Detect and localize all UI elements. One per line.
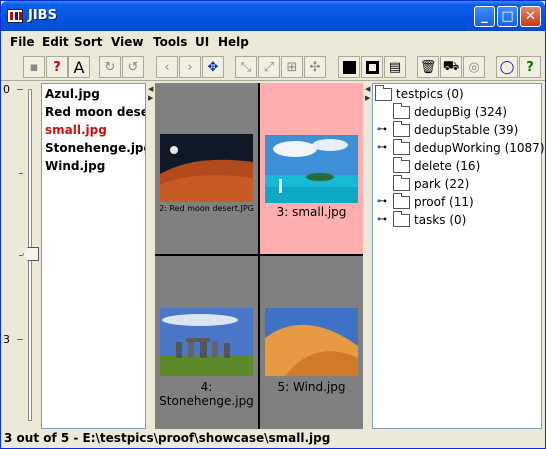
left-splitter[interactable]: ◀ ▶: [147, 83, 155, 429]
zoom-slider-panel: 0 3: [1, 83, 39, 429]
expand-toggle-icon[interactable]: ⊶: [377, 124, 387, 135]
folder-icon: [393, 156, 410, 173]
tree-node-label: park (22): [414, 177, 470, 191]
thumbnail-caption: 2: Red moon desert.JPG: [159, 204, 254, 213]
spiral-icon[interactable]: ◎: [463, 56, 485, 78]
slider-tick: [19, 173, 23, 174]
menu-file[interactable]: File: [10, 35, 35, 49]
tree-node[interactable]: delete (16): [393, 156, 481, 175]
maximize-button[interactable]: □: [497, 6, 518, 27]
font-icon[interactable]: A: [68, 56, 90, 78]
file-list-item[interactable]: Stonehenge.jpg: [45, 141, 145, 155]
expand-icon[interactable]: ⊞: [281, 56, 303, 78]
file-list-item[interactable]: Wind.jpg: [45, 159, 145, 173]
tree-node-label: proof (11): [414, 195, 474, 209]
arrow-right-icon[interactable]: ›: [179, 56, 201, 78]
car-icon[interactable]: ⛟: [440, 56, 462, 78]
delete-red-icon[interactable]: ?: [46, 56, 68, 78]
slider-thumb[interactable]: [23, 247, 39, 261]
thumbnail-caption: 3: small.jpg: [276, 205, 347, 219]
tree-node[interactable]: park (22): [393, 174, 470, 193]
help-icon[interactable]: ?: [519, 56, 541, 78]
folder-icon: [393, 210, 410, 227]
menu-sort[interactable]: Sort: [74, 35, 103, 49]
expand-right-icon[interactable]: ▶: [148, 95, 154, 102]
collapse-left-icon[interactable]: ◀: [148, 86, 154, 93]
refresh-icon[interactable]: ↺: [122, 56, 144, 78]
expand-toggle-icon[interactable]: ⊶: [377, 214, 387, 225]
resize-icon[interactable]: ⤢: [258, 56, 280, 78]
tree-node-label: delete (16): [414, 159, 481, 173]
menu-ui[interactable]: UI: [195, 35, 209, 49]
arrow-left-icon[interactable]: ‹: [156, 56, 178, 78]
rotate-icon[interactable]: ✥: [202, 56, 224, 78]
tree-node-label: dedupStable (39): [414, 123, 519, 137]
menu-edit[interactable]: Edit: [42, 35, 69, 49]
status-text: 3 out of 5 - E:\testpics\proof\showcase\…: [4, 431, 331, 445]
thumbnail-cell[interactable]: 5: Wind.jpg: [260, 256, 363, 429]
stonehenge-thumbnail: [160, 308, 253, 376]
tree-node[interactable]: dedupWorking (1087): [393, 138, 545, 157]
file-list-item[interactable]: Red moon dese...: [45, 105, 145, 119]
tree-node-label: dedupWorking (1087): [414, 141, 545, 155]
tree-node-label: tasks (0): [414, 213, 467, 227]
close-button[interactable]: ✕: [520, 6, 541, 27]
file-list-item[interactable]: small.jpg: [45, 123, 145, 137]
folder-icon: [393, 192, 410, 209]
expand-toggle-icon[interactable]: ⊶: [377, 142, 387, 153]
status-bar: 3 out of 5 - E:\testpics\proof\showcase\…: [1, 429, 545, 448]
expand-toggle-icon[interactable]: ⊶: [377, 196, 387, 207]
minimize-button[interactable]: _: [474, 6, 495, 27]
dunes-thumbnail: [265, 308, 358, 376]
tree-node-label: dedupBig (324): [414, 105, 508, 119]
folder-icon: [393, 102, 410, 119]
tree-node[interactable]: dedupStable (39): [393, 120, 519, 139]
thumbnail-cell[interactable]: 4: Stonehenge.jpg: [155, 256, 258, 429]
app-window: JIBS _ □ ✕ File Edit Sort View Tools UI …: [0, 0, 546, 449]
expand-right-icon[interactable]: ▶: [365, 95, 371, 102]
file-list[interactable]: Azul.jpg Red moon dese... small.jpg Ston…: [41, 83, 146, 429]
folder-icon: [393, 174, 410, 191]
slider-tick-label-3: 3: [3, 333, 10, 346]
collapse-left-icon[interactable]: ◀: [365, 86, 371, 93]
tree-node[interactable]: dedupBig (324): [393, 102, 508, 121]
tree-node[interactable]: tasks (0): [393, 210, 467, 229]
slider-tick: [17, 339, 23, 340]
folder-tree[interactable]: testpics (0) dedupBig (324) ⊶ dedupStabl…: [372, 83, 545, 429]
toolbar: ▪ ? A ↻ ↺ ‹ › ✥ ⤡ ⤢ ⊞ ✣ ▤ 🗑 ⛟ ◎ ◯ ?: [1, 53, 545, 81]
tree-node-label: testpics (0): [396, 87, 464, 101]
folder-icon: [375, 84, 392, 101]
menu-view[interactable]: View: [111, 35, 143, 49]
tree-node[interactable]: proof (11): [393, 192, 474, 211]
menu-help[interactable]: Help: [218, 35, 249, 49]
thumbnail-caption: 4: Stonehenge.jpg: [159, 380, 254, 408]
desert-thumbnail: [160, 134, 253, 202]
thumbnail-cell-selected[interactable]: 3: small.jpg: [260, 83, 363, 254]
trash-icon[interactable]: 🗑: [417, 56, 439, 78]
beach-thumbnail: [265, 135, 358, 203]
speech-bubble-icon[interactable]: ◯: [496, 56, 518, 78]
folder-icon: [393, 120, 410, 137]
menu-tools[interactable]: Tools: [153, 35, 187, 49]
title-bar[interactable]: JIBS _ □ ✕: [1, 1, 545, 31]
tree-node-root[interactable]: testpics (0): [375, 84, 464, 103]
right-splitter[interactable]: ◀ ▶: [364, 83, 372, 429]
thumbnail-caption: 5: Wind.jpg: [277, 380, 346, 394]
window-title: JIBS: [28, 8, 57, 23]
thumbnail-grid: 3: small.jpg 2: Red moon desert.JPG 4: S…: [155, 83, 363, 429]
shrink-icon[interactable]: ⤡: [235, 56, 257, 78]
filmstrip-icon[interactable]: ▤: [384, 56, 406, 78]
move-icon[interactable]: ✣: [304, 56, 326, 78]
square-filled-icon[interactable]: [338, 56, 360, 78]
save-icon[interactable]: ▪: [23, 56, 45, 78]
redo-icon[interactable]: ↻: [99, 56, 121, 78]
slider-tick: [17, 89, 23, 90]
folder-icon: [393, 138, 410, 155]
file-list-item[interactable]: Azul.jpg: [45, 87, 145, 101]
slider-tick-label-0: 0: [3, 83, 10, 96]
app-icon: [7, 9, 23, 23]
menu-bar: File Edit Sort View Tools UI Help: [1, 31, 545, 53]
square-frame-icon[interactable]: [361, 56, 383, 78]
slider-tick: [19, 255, 23, 256]
